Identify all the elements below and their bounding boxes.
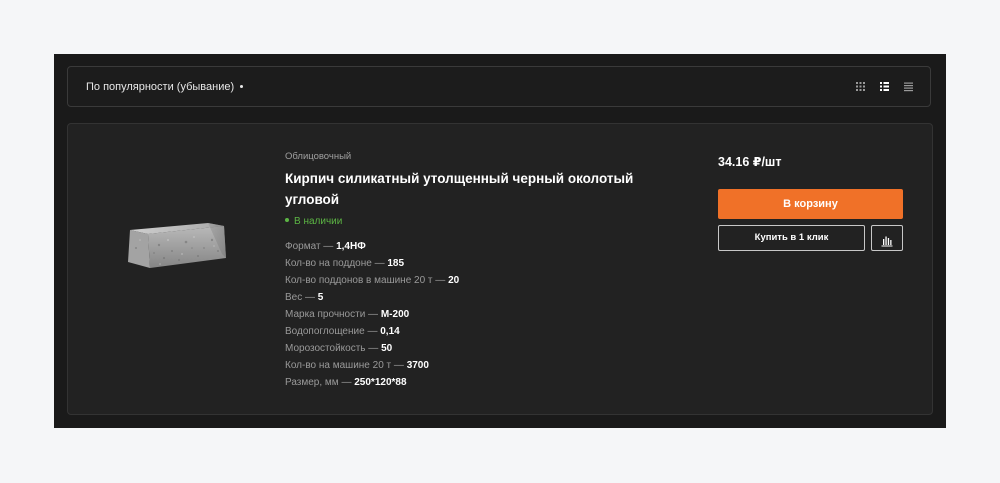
- spec-label: Вес: [285, 292, 303, 303]
- add-to-cart-button[interactable]: В корзину: [718, 189, 903, 219]
- spec-value: 3700: [406, 360, 429, 371]
- spec-value: 250*120*88: [354, 377, 407, 388]
- product-price: 34.16 ₽/шт: [718, 155, 782, 169]
- caret-down-icon: [240, 84, 244, 88]
- stock-dot-icon: [285, 218, 289, 223]
- compare-chart-icon: [881, 236, 893, 247]
- sort-label: По популярности (убывание): [86, 81, 235, 93]
- spec-row: Морозостойкость — 50: [285, 343, 393, 354]
- spec-value: 0,14: [380, 326, 400, 337]
- spec-row: Размер, мм — 250*120*88: [285, 377, 407, 388]
- spec-value: 1,4НФ: [336, 241, 366, 252]
- spec-label: Кол-во на поддоне: [285, 258, 372, 269]
- spec-label: Морозостойкость: [285, 343, 366, 354]
- list-detailed-icon[interactable]: [879, 81, 890, 92]
- sort-toolbar: По популярности (убывание): [67, 66, 931, 107]
- view-mode-toggles: [855, 81, 914, 93]
- spec-row: Кол-во на поддоне — 185: [285, 258, 405, 269]
- spec-label: Размер, мм: [285, 377, 339, 388]
- spec-label: Водопоглощение: [285, 326, 365, 337]
- spec-row: Вес — 5: [285, 292, 324, 303]
- list-icon[interactable]: [903, 81, 914, 92]
- spec-label: Кол-во на машине 20 т: [285, 360, 392, 371]
- stock-status: В наличии: [285, 216, 685, 228]
- product-image[interactable]: [124, 218, 230, 270]
- spec-value: 5: [317, 292, 324, 303]
- spec-value: 20: [448, 275, 460, 286]
- compare-button[interactable]: [871, 225, 903, 251]
- product-category: Облицовочный: [285, 151, 352, 162]
- sort-dropdown[interactable]: По популярности (убывание): [86, 67, 244, 108]
- spec-row: Кол-во на машине 20 т — 3700: [285, 360, 429, 371]
- product-info: Облицовочный Кирпич силикатный утолщенны…: [285, 151, 685, 391]
- spec-value: 50: [381, 343, 393, 354]
- spec-value: 185: [387, 258, 405, 269]
- spec-row: Водопоглощение — 0,14: [285, 326, 400, 337]
- spec-label: Формат: [285, 241, 321, 252]
- product-specs: Формат — 1,4НФ Кол-во на поддоне — 185 К…: [285, 238, 685, 391]
- spec-row: Кол-во поддонов в машине 20 т — 20: [285, 275, 460, 286]
- spec-row: Формат — 1,4НФ: [285, 241, 366, 252]
- catalog-panel: По популярности (убывание) Облицовочный …: [54, 54, 946, 428]
- spec-label: Марка прочности: [285, 309, 366, 320]
- spec-label: Кол-во поддонов в машине 20 т: [285, 275, 433, 286]
- spec-row: Марка прочности — М-200: [285, 309, 410, 320]
- spec-value: М-200: [380, 309, 410, 320]
- product-title[interactable]: Кирпич силикатный утолщенный черный окол…: [285, 168, 675, 210]
- stock-status-label: В наличии: [294, 216, 343, 227]
- grid-icon[interactable]: [855, 81, 866, 92]
- product-card: Облицовочный Кирпич силикатный утолщенны…: [67, 123, 933, 415]
- buy-one-click-button[interactable]: Купить в 1 клик: [718, 225, 865, 251]
